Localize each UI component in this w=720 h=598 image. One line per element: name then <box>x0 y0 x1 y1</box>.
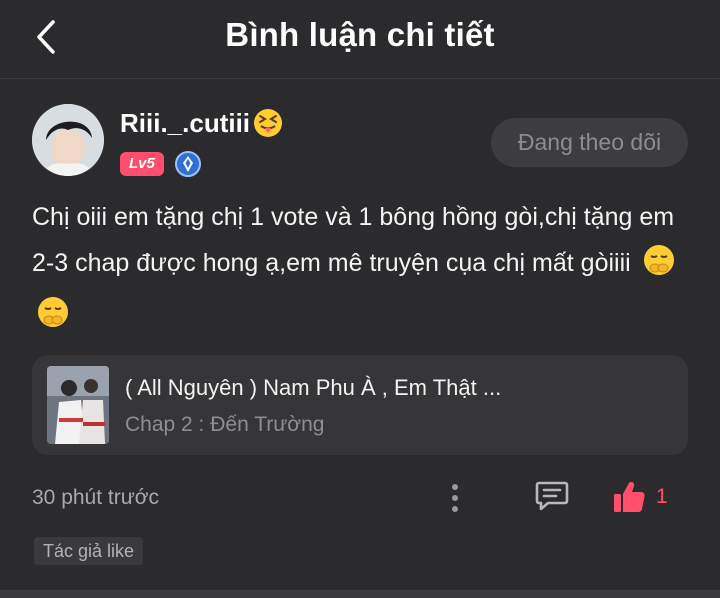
avatar[interactable] <box>32 104 104 176</box>
like-button[interactable]: 1 <box>612 476 668 518</box>
username[interactable]: Riii._.cutiii <box>120 107 284 139</box>
thumbs-up-icon <box>614 482 645 512</box>
avatar-image <box>32 104 104 176</box>
story-cover-image <box>47 366 109 444</box>
user-badges: Lv5 <box>120 150 202 178</box>
page-title: Bình luận chi tiết <box>225 16 495 53</box>
comment-icon <box>535 481 569 511</box>
comment-time: 30 phút trước <box>32 486 160 509</box>
divider <box>0 590 720 598</box>
header-bar: Bình luận chi tiết <box>0 0 720 79</box>
story-chapter: Chap 2 : Đến Trường <box>125 413 325 436</box>
more-vertical-icon <box>452 484 458 512</box>
diamond-badge-icon <box>174 151 201 177</box>
more-options-button[interactable] <box>440 478 470 518</box>
reply-button[interactable] <box>530 476 574 516</box>
like-count: 1 <box>656 485 668 508</box>
comment-text: Chị oiii em tặng chị 1 vote và 1 bông hồ… <box>32 194 692 344</box>
shushing-face-emoji <box>642 243 676 292</box>
level-badge: Lv5 <box>120 152 164 176</box>
story-card[interactable]: ( All Nguyên ) Nam Phu À , Em Thật ... C… <box>32 355 688 455</box>
username-text: Riii._.cutiii <box>120 107 251 138</box>
squinting-tongue-emoji <box>254 109 283 137</box>
following-button[interactable]: Đang theo dõi <box>491 118 688 167</box>
shushing-face-emoji <box>36 295 70 344</box>
author-like-badge: Tác giả like <box>34 537 144 565</box>
story-title: ( All Nguyên ) Nam Phu À , Em Thật ... <box>125 375 502 400</box>
comment-body: Chị oiii em tặng chị 1 vote và 1 bông hồ… <box>32 203 675 277</box>
